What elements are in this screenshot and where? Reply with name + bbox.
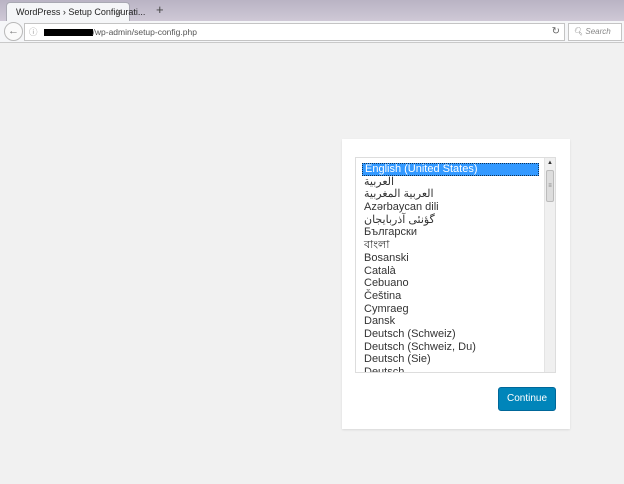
browser-tab[interactable]: WordPress › Setup Configurati... ✕ — [6, 2, 145, 21]
language-option[interactable]: Cymraeg — [362, 303, 539, 316]
language-options: English (United States) العربية العربية ال… — [362, 163, 539, 372]
close-icon[interactable]: ✕ — [115, 7, 123, 18]
tab-bar: WordPress › Setup Configurati... ✕ + — [0, 0, 624, 21]
language-option[interactable]: Български — [362, 226, 539, 239]
language-option[interactable]: العربية — [362, 176, 539, 189]
search-placeholder: Search — [585, 27, 611, 36]
language-option[interactable]: বাংলা — [362, 239, 539, 252]
language-option[interactable]: العربية المغربية — [362, 188, 539, 201]
language-option[interactable]: Cebuano — [362, 277, 539, 290]
language-option[interactable]: Bosanski — [362, 252, 539, 265]
url-text: /wp-admin/setup-config.php — [92, 27, 197, 37]
tab-title: WordPress › Setup Configurati... — [16, 7, 146, 17]
address-bar[interactable]: ⓘ /wp-admin/setup-config.php ↻ — [24, 23, 565, 41]
language-option[interactable]: Dansk — [362, 315, 539, 328]
continue-button[interactable]: Continue — [498, 387, 556, 411]
language-option[interactable]: Čeština — [362, 290, 539, 303]
search-input[interactable]: 🔍︎ Search — [568, 23, 622, 41]
language-select[interactable]: English (United States) العربية العربية ال… — [355, 157, 556, 373]
reload-icon[interactable]: ↻ — [552, 24, 560, 40]
info-icon[interactable]: ⓘ — [29, 27, 38, 37]
language-option[interactable]: English (United States) — [362, 163, 539, 176]
back-arrow-icon[interactable]: ← — [4, 22, 23, 41]
language-option[interactable]: Deutsch (Sie) — [362, 353, 539, 366]
nav-toolbar: ← ⓘ /wp-admin/setup-config.php ↻ 🔍︎ Search — [0, 21, 624, 43]
setup-card: English (United States) العربية العربية ال… — [342, 139, 570, 429]
scrollbar[interactable]: ▲ ≡ — [544, 158, 555, 372]
scroll-up-arrow-icon[interactable]: ▲ — [545, 158, 555, 168]
language-option[interactable]: Azərbaycan dili — [362, 201, 539, 214]
language-option[interactable]: Deutsch (Schweiz) — [362, 328, 539, 341]
language-option[interactable]: گؤنئی آذربایجان — [362, 214, 539, 227]
redacted-domain — [43, 29, 93, 37]
language-option[interactable]: Català — [362, 265, 539, 278]
language-option[interactable]: Deutsch — [362, 366, 539, 372]
language-option[interactable]: Deutsch (Schweiz, Du) — [362, 341, 539, 354]
scrollbar-thumb[interactable]: ≡ — [546, 170, 554, 202]
new-tab-plus-icon[interactable]: + — [156, 2, 164, 17]
